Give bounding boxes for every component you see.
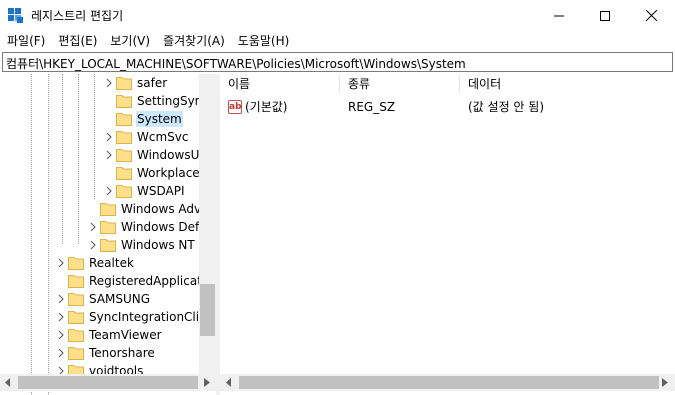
folder-icon (116, 76, 132, 90)
menu-edit[interactable]: 편집(E) (51, 32, 103, 51)
tree-item-label: Tenorshare (89, 346, 155, 360)
tree-guide-line (31, 74, 32, 395)
value-data: (값 설정 안 됨) (468, 100, 545, 114)
value-type: REG_SZ (348, 100, 396, 114)
folder-icon (100, 238, 116, 252)
chevron-right-icon[interactable] (54, 290, 68, 308)
tree-item-label: System (136, 111, 183, 127)
tree-item[interactable]: Windows NT (86, 236, 196, 254)
title-bar: 레지스트리 편집기 (0, 0, 675, 31)
tree-item-label: TeamViewer (89, 328, 162, 342)
tree-item[interactable]: Windows Defe (86, 218, 208, 236)
scroll-left-icon[interactable] (226, 378, 232, 387)
tree-item[interactable]: RegisteredApplication (54, 272, 216, 290)
tree-item[interactable]: safer (102, 74, 168, 92)
ab-string-icon: ab (228, 100, 242, 114)
folder-icon (100, 220, 116, 234)
folder-icon (68, 346, 84, 360)
folder-icon (100, 202, 116, 216)
folder-icon (116, 112, 132, 126)
tree-item-label: WSDAPI (137, 184, 185, 198)
menu-bar: 파일(F) 편집(E) 보기(V) 즐겨찾기(A) 도움말(H) (0, 31, 675, 52)
tree-item-label: Windows Defe (121, 220, 207, 234)
menu-view[interactable]: 보기(V) (103, 32, 156, 51)
column-header-type[interactable]: 종류 (340, 74, 460, 94)
folder-icon (68, 310, 84, 324)
menu-favorites[interactable]: 즐겨찾기(A) (156, 32, 231, 51)
tree-item-label: Windows Adva (121, 202, 209, 216)
menu-help[interactable]: 도움말(H) (231, 32, 296, 51)
minimize-button[interactable] (536, 0, 582, 31)
scroll-right-icon[interactable] (662, 378, 668, 387)
folder-icon (116, 184, 132, 198)
tree-item[interactable]: Tenorshare (54, 344, 156, 362)
column-header-name[interactable]: 이름 (220, 74, 340, 94)
tree-item[interactable]: SAMSUNG (54, 290, 151, 308)
tree-item-label: safer (137, 76, 168, 90)
window-title: 레지스트리 편집기 (31, 9, 124, 23)
tree-item-label: SAMSUNG (89, 292, 151, 306)
maximize-icon (600, 10, 610, 21)
tree-item-label: WorkplaceJ (137, 166, 204, 180)
chevron-right-icon[interactable] (86, 218, 100, 236)
folder-icon (116, 148, 132, 162)
chevron-right-icon[interactable] (102, 128, 116, 146)
scroll-left-icon[interactable] (5, 378, 11, 387)
scroll-right-icon[interactable] (204, 378, 210, 387)
tree-item-selected[interactable]: System (102, 110, 183, 128)
chevron-right-icon[interactable] (54, 308, 68, 326)
tree-horizontal-scroll-thumb[interactable] (18, 376, 198, 389)
tree-item[interactable]: WSDAPI (102, 182, 186, 200)
minimize-icon (554, 15, 564, 16)
value-name: (기본값) (245, 100, 288, 114)
tree-item-label: RegisteredApplication (89, 274, 216, 288)
maximize-button[interactable] (582, 0, 628, 31)
chevron-right-icon[interactable] (102, 146, 116, 164)
address-path: 컴퓨터\HKEY_LOCAL_MACHINE\SOFTWARE\Policies… (6, 57, 466, 71)
folder-icon (68, 274, 84, 288)
chevron-right-icon[interactable] (86, 236, 100, 254)
tree-guide-line (78, 74, 79, 244)
tree-vertical-scroll-thumb[interactable] (200, 284, 215, 336)
tree-item[interactable]: WindowsUp (102, 146, 208, 164)
address-bar[interactable]: 컴퓨터\HKEY_LOCAL_MACHINE\SOFTWARE\Policies… (2, 52, 673, 72)
tree-item[interactable]: Windows Adva (86, 200, 209, 218)
tree-item-label: Windows NT (121, 238, 195, 252)
folder-icon (68, 328, 84, 342)
tree-item-label: WcmSvc (137, 130, 189, 144)
tree-item[interactable]: SyncIntegrationClier (54, 308, 212, 326)
chevron-right-icon[interactable] (102, 182, 116, 200)
tree-item[interactable]: Realtek (54, 254, 135, 272)
values-list-pane: 이름 종류 데이터 ab (기본값) REG_SZ (값 설정 안 됨) (220, 74, 675, 395)
chevron-right-icon[interactable] (54, 254, 68, 272)
tree-item-label: Realtek (89, 256, 134, 270)
tree-item-label: SyncIntegrationClier (89, 310, 212, 324)
folder-icon (68, 292, 84, 306)
tree-guide-line (94, 74, 95, 199)
tree-pane: safer SettingSync System WcmSvc WindowsU… (0, 74, 216, 395)
chevron-right-icon[interactable] (54, 344, 68, 362)
close-icon (645, 10, 657, 21)
folder-icon (116, 166, 132, 180)
folder-icon (116, 94, 132, 108)
folder-icon (116, 130, 132, 144)
list-horizontal-scroll-thumb[interactable] (239, 376, 659, 389)
tree-item[interactable]: SettingSync (102, 92, 210, 110)
tree-item[interactable]: WorkplaceJ (102, 164, 204, 182)
chevron-right-icon[interactable] (102, 74, 116, 92)
regedit-icon (8, 8, 23, 23)
tree-item-label: WindowsUp (137, 148, 207, 162)
menu-file[interactable]: 파일(F) (0, 32, 51, 51)
value-row[interactable]: ab (기본값) REG_SZ (값 설정 안 됨) (220, 98, 675, 116)
close-button[interactable] (628, 0, 674, 31)
tree-guide-line (62, 74, 63, 244)
tree-guide-line (48, 74, 49, 395)
folder-icon (68, 256, 84, 270)
tree-item[interactable]: TeamViewer (54, 326, 163, 344)
chevron-right-icon[interactable] (54, 326, 68, 344)
tree-item[interactable]: WcmSvc (102, 128, 189, 146)
column-header-data[interactable]: 데이터 (460, 74, 675, 94)
